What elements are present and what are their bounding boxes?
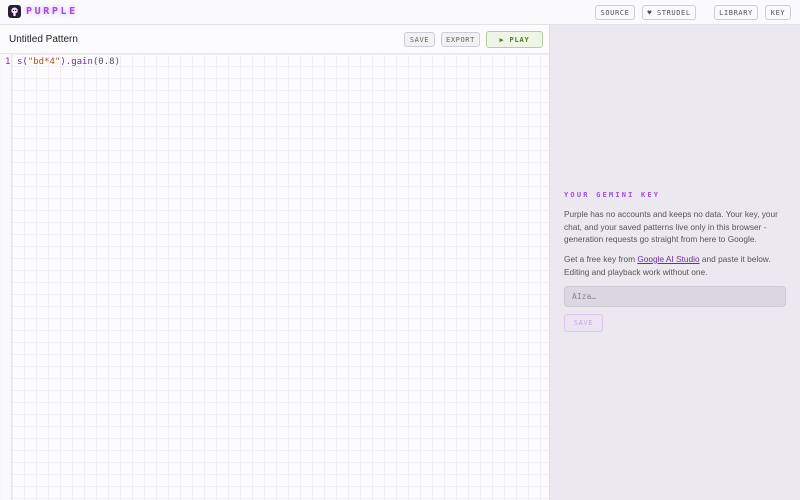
source-button[interactable]: SOURCE — [595, 5, 635, 20]
code-token: 0.8 — [98, 57, 115, 67]
flower-bulb-icon — [8, 5, 21, 18]
code-token: s( — [17, 57, 28, 67]
key-button[interactable]: KEY — [765, 5, 791, 20]
app-name: PURPLE — [26, 6, 78, 17]
get-key-text: Get a free key from Google AI Studio and… — [564, 253, 792, 278]
line-gutter — [0, 54, 12, 500]
code-token: ) — [114, 57, 120, 67]
save-key-button[interactable]: SAVE — [564, 314, 603, 332]
key-panel-title: YOUR GEMINI KEY — [564, 191, 661, 199]
code-token: "bd*4" — [27, 57, 61, 67]
key-panel: YOUR GEMINI KEY Purple has no accounts a… — [549, 25, 800, 500]
strudel-button[interactable]: ♥ STRUDEL — [642, 5, 696, 20]
save-pattern-button[interactable]: SAVE — [404, 32, 435, 47]
editor-pane: Untitled Pattern SAVE EXPORT ▶ PLAY 1 s(… — [0, 25, 549, 500]
code-editor[interactable]: 1 s("bd*4").gain(0.8) — [0, 54, 549, 500]
code-token: ).gain( — [60, 57, 99, 67]
top-bar: PURPLE SOURCE ♥ STRUDEL LIBRARY KEY — [0, 0, 800, 25]
export-button[interactable]: EXPORT — [441, 32, 480, 47]
code-line[interactable]: s("bd*4").gain(0.8) — [17, 57, 120, 67]
api-key-input[interactable] — [564, 286, 786, 307]
library-button[interactable]: LIBRARY — [714, 5, 758, 20]
play-button[interactable]: ▶ PLAY — [486, 31, 543, 48]
pattern-title[interactable]: Untitled Pattern — [9, 34, 78, 45]
editor-header: Untitled Pattern SAVE EXPORT ▶ PLAY — [0, 25, 549, 54]
get-key-text-before: Get a free key from — [564, 254, 638, 264]
line-number: 1 — [5, 57, 11, 67]
app-logo[interactable]: PURPLE — [8, 5, 78, 18]
privacy-text: Purple has no accounts and keeps no data… — [564, 209, 778, 244]
google-ai-studio-link[interactable]: Google AI Studio — [637, 254, 699, 264]
